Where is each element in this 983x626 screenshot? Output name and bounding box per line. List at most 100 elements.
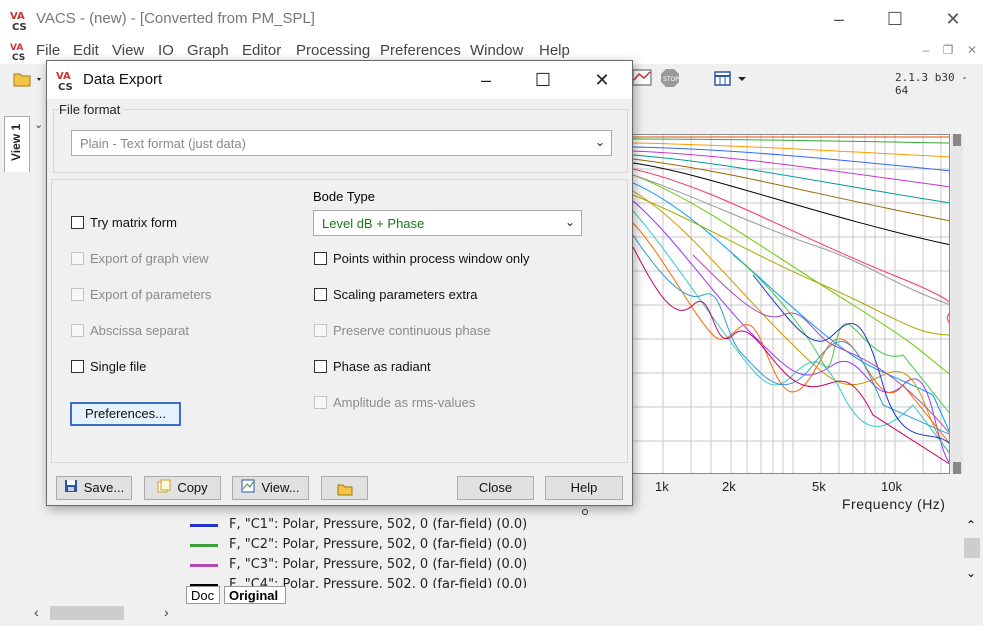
x-tick-5k: 5k <box>812 479 826 494</box>
scroll-down-icon[interactable]: ⌄ <box>966 566 976 580</box>
legend-text: F, "C3": Polar, Pressure, 502, 0 (far-fi… <box>229 557 528 572</box>
amplitude-rms-checkbox[interactable]: Amplitude as rms-values <box>314 394 604 412</box>
copy-button[interactable]: Copy <box>144 476 221 500</box>
close-window-button[interactable]: ✕ <box>938 8 968 30</box>
dialog-minimize-button[interactable]: – <box>472 69 500 91</box>
checkbox-box[interactable] <box>314 252 327 265</box>
checkbox-label: Points within process window only <box>333 251 530 266</box>
checkbox-label: Scaling parameters extra <box>333 287 478 302</box>
menu-editor[interactable]: Editor <box>242 42 281 59</box>
open-folder-button[interactable] <box>321 476 368 500</box>
menu-processing[interactable]: Processing <box>296 42 370 59</box>
copy-label: Copy <box>177 480 208 495</box>
graph-plot-area[interactable] <box>632 134 950 474</box>
checkbox-label: Single file <box>90 359 147 374</box>
save-button[interactable]: Save... <box>56 476 132 500</box>
x-axis-label: Frequency (Hz) <box>842 496 946 512</box>
mdi-app-icon: VA CS <box>10 41 30 63</box>
legend-line <box>190 564 218 567</box>
preserve-phase-checkbox[interactable]: Preserve continuous phase <box>314 322 604 340</box>
single-file-checkbox[interactable]: Single file <box>71 358 271 376</box>
checkbox-label: Preserve continuous phase <box>333 323 491 338</box>
svg-text:CS: CS <box>12 22 27 31</box>
plot-grid <box>633 135 949 473</box>
mdi-close-icon[interactable]: ✕ <box>962 40 982 60</box>
help-button[interactable]: Help <box>545 476 623 500</box>
svg-text:VA: VA <box>10 11 25 22</box>
export-parameters-checkbox[interactable]: Export of parameters <box>71 286 271 304</box>
scrollbar-top-thumb[interactable] <box>953 134 961 146</box>
file-format-value: Plain - Text format (just data) <box>80 136 246 151</box>
scroll-up-icon[interactable]: ⌃ <box>966 518 976 532</box>
chevron-down-icon: ⌄ <box>594 135 605 149</box>
checkbox-label: Try matrix form <box>90 215 177 230</box>
checkbox-box[interactable] <box>71 288 84 301</box>
dialog-title: Data Export <box>83 71 163 88</box>
plot-vertical-scrollbar[interactable] <box>951 134 963 474</box>
mdi-minimize-icon[interactable]: – <box>916 40 936 60</box>
scaling-parameters-checkbox[interactable]: Scaling parameters extra <box>314 286 604 304</box>
chevron-down-icon[interactable]: ⌄ <box>34 118 43 131</box>
mdi-restore-icon[interactable]: ❐ <box>938 40 958 60</box>
stop-icon[interactable]: STOP <box>660 68 682 88</box>
checkbox-label: Export of graph view <box>90 251 209 266</box>
bode-type-select[interactable]: Level dB + Phase ⌄ <box>313 210 582 236</box>
checkbox-box[interactable] <box>314 288 327 301</box>
checkbox-box[interactable] <box>71 324 84 337</box>
cursor-marker <box>582 509 588 515</box>
graph-toolbar-icon[interactable] <box>632 68 654 88</box>
menu-view[interactable]: View <box>112 42 144 59</box>
checkbox-label: Amplitude as rms-values <box>333 395 476 410</box>
close-button[interactable]: Close <box>457 476 534 500</box>
legend-scrollbar[interactable]: ⌃ ⌄ <box>962 514 982 588</box>
menu-graph[interactable]: Graph <box>187 42 229 59</box>
hscroll-thumb[interactable] <box>50 606 124 620</box>
dialog-close-icon[interactable]: ✕ <box>588 69 616 91</box>
minimize-button[interactable]: – <box>824 8 854 30</box>
preferences-button[interactable]: Preferences... <box>70 402 181 426</box>
checkbox-box[interactable] <box>71 360 84 373</box>
scrollbar-bottom-thumb[interactable] <box>953 462 961 474</box>
checkbox-box[interactable] <box>71 216 84 229</box>
menu-help[interactable]: Help <box>539 42 570 59</box>
chevron-down-icon: ⌄ <box>564 215 575 229</box>
tab-original[interactable]: Original <box>224 586 286 604</box>
legend-line <box>190 524 218 527</box>
points-within-window-checkbox[interactable]: Points within process window only <box>314 250 604 268</box>
dialog-maximize-button[interactable]: ☐ <box>529 69 557 91</box>
bode-type-label: Bode Type <box>313 189 375 204</box>
x-tick-1k: 1k <box>655 479 669 494</box>
checkbox-box[interactable] <box>314 324 327 337</box>
svg-text:CS: CS <box>58 82 73 91</box>
export-graph-view-checkbox[interactable]: Export of graph view <box>71 250 271 268</box>
menu-edit[interactable]: Edit <box>73 42 99 59</box>
file-format-select[interactable]: Plain - Text format (just data) ⌄ <box>71 130 612 156</box>
view-graph-icon <box>241 478 255 500</box>
menu-preferences[interactable]: Preferences <box>380 42 461 59</box>
menu-window[interactable]: Window <box>470 42 523 59</box>
scroll-right-icon[interactable]: › <box>164 604 169 620</box>
scroll-thumb[interactable] <box>964 538 980 558</box>
checkbox-box[interactable] <box>314 360 327 373</box>
window-title: VACS - (new) - [Converted from PM_SPL] <box>36 10 315 27</box>
data-export-dialog: VA CS Data Export – ☐ ✕ File format Plai… <box>46 60 633 506</box>
tab-view-1[interactable]: View 1 <box>4 116 30 172</box>
menu-io[interactable]: IO <box>158 42 174 59</box>
svg-text:STOP: STOP <box>663 76 679 83</box>
horizontal-scrollbar[interactable]: ‹ › <box>30 604 180 622</box>
view-button[interactable]: View... <box>232 476 309 500</box>
phase-as-radiant-checkbox[interactable]: Phase as radiant <box>314 358 604 376</box>
response-curves <box>633 136 949 465</box>
maximize-button[interactable]: ☐ <box>880 8 910 30</box>
checkbox-box[interactable] <box>71 252 84 265</box>
layout-dropdown-icon[interactable] <box>714 70 750 88</box>
abscissa-separat-checkbox[interactable]: Abscissa separat <box>71 322 271 340</box>
open-folder-icon[interactable] <box>13 70 41 88</box>
try-matrix-form-checkbox[interactable]: Try matrix form <box>71 214 271 232</box>
checkbox-box[interactable] <box>314 396 327 409</box>
scroll-left-icon[interactable]: ‹ <box>34 604 39 620</box>
tab-doc[interactable]: Doc <box>186 586 220 604</box>
frequency-response-plot <box>633 135 949 473</box>
x-tick-2k: 2k <box>722 479 736 494</box>
menu-file[interactable]: File <box>36 42 60 59</box>
